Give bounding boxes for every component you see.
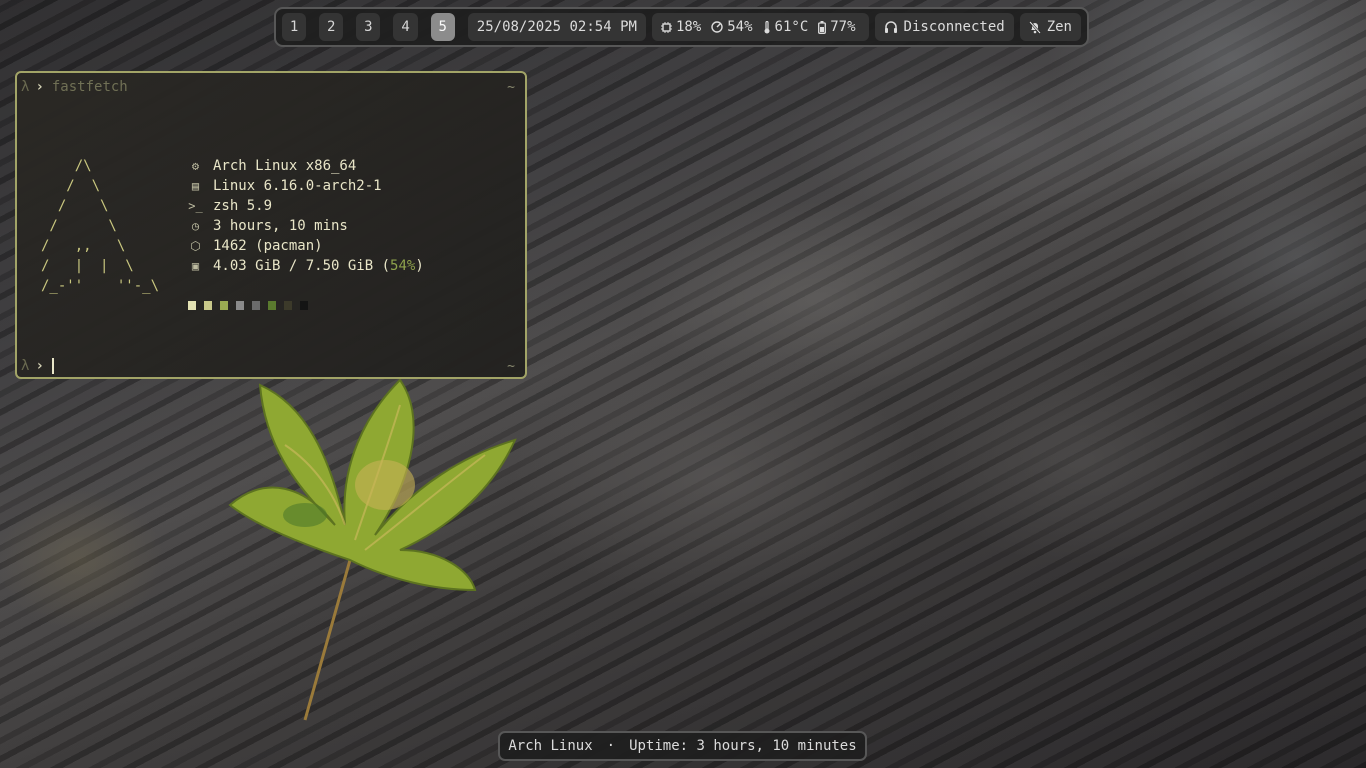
prompt-arrow: › <box>35 79 44 95</box>
palette-swatch <box>300 301 308 310</box>
battery-value: 77% <box>830 19 856 35</box>
top-status-bar: 1 2 3 4 5 25/08/2025 02:54 PM 18% 54% 61… <box>274 7 1089 47</box>
command-text: fastfetch <box>51 79 128 95</box>
temperature-value: 61°C <box>774 19 809 35</box>
cwd-indicator: ~ <box>507 358 515 374</box>
info-memory-text: 4.03 GiB / 7.50 GiB ( <box>213 258 391 274</box>
notification-mode-text: Zen <box>1046 19 1072 35</box>
info-kernel-row: ▤ Linux 6.16.0-arch2-1 <box>187 176 424 196</box>
workspace-3-button[interactable]: 3 <box>356 13 381 41</box>
separator-dot: · <box>606 738 616 754</box>
bottom-info-bar: Arch Linux · Uptime: 3 hours, 10 minutes <box>498 731 867 761</box>
text-cursor <box>51 358 54 374</box>
info-memory-row: ▣ 4.03 GiB / 7.50 GiB (54%) <box>187 256 424 276</box>
workspace-1-button[interactable]: 1 <box>282 13 307 41</box>
temperature-stat: 61°C <box>763 19 809 35</box>
clock-icon: ◷ <box>191 219 200 233</box>
prompt-arrow: › <box>35 358 44 374</box>
workspace-4-button[interactable]: 4 <box>393 13 418 41</box>
cwd-indicator: ~ <box>507 79 515 95</box>
prompt-lambda: λ <box>21 79 30 95</box>
wallpaper-leaf <box>228 378 517 721</box>
info-os-text: Arch Linux x86_64 <box>213 158 357 174</box>
info-packages-text: 1462 (pacman) <box>213 238 323 254</box>
info-memory-percent: 54% <box>390 258 416 274</box>
palette-swatch <box>284 301 292 310</box>
battery-stat: 77% <box>818 19 856 35</box>
shell-icon: >_ <box>188 199 203 213</box>
info-shell-row: >_ zsh 5.9 <box>187 196 424 216</box>
uptime-text: Uptime: 3 hours, 10 minutes <box>629 738 857 754</box>
notification-mode-widget[interactable]: Zen <box>1019 13 1081 41</box>
battery-icon <box>818 20 827 34</box>
cpu-stat: 18% <box>660 19 702 35</box>
os-name-text: Arch Linux <box>508 738 593 754</box>
info-os-row: ⚙ Arch Linux x86_64 <box>187 156 424 176</box>
datetime-text: 25/08/2025 02:54 PM <box>476 19 637 35</box>
info-uptime-text: 3 hours, 10 mins <box>213 218 348 234</box>
kernel-icon: ▤ <box>191 179 200 193</box>
clock-widget[interactable]: 25/08/2025 02:54 PM <box>467 13 646 41</box>
info-shell-text: zsh 5.9 <box>213 198 273 214</box>
palette-swatch <box>236 301 244 310</box>
info-packages-row: ⬡ 1462 (pacman) <box>187 236 424 256</box>
system-stats-widget[interactable]: 18% 54% 61°C 77% <box>651 13 869 41</box>
info-uptime-row: ◷ 3 hours, 10 mins <box>187 216 424 236</box>
input-prompt-line[interactable]: λ › ~ <box>21 356 515 376</box>
headphones-icon <box>884 21 897 33</box>
system-info-list: ⚙ Arch Linux x86_64 ▤ Linux 6.16.0-arch2… <box>187 156 424 276</box>
memory-icon: ▣ <box>191 259 200 273</box>
arch-ascii-logo: /\ / \ / \ / \ / ,, \ / | | \ /_-'' ''-_… <box>41 158 160 294</box>
thermometer-icon <box>764 20 770 33</box>
palette-swatch <box>268 301 276 310</box>
color-palette <box>188 301 308 310</box>
terminal-window[interactable]: λ › fastfetch ~ /\ / \ / \ / \ / ,, \ / … <box>15 71 527 379</box>
command-prompt-line: λ › fastfetch ~ <box>21 77 515 97</box>
cpu-icon <box>660 21 672 33</box>
package-icon: ⬡ <box>190 239 201 253</box>
palette-swatch <box>220 301 228 310</box>
bell-off-icon <box>1028 20 1041 34</box>
distro-icon: ⚙ <box>191 159 200 173</box>
workspace-5-button[interactable]: 5 <box>430 13 455 41</box>
cpu-value: 18% <box>675 19 702 35</box>
audio-status-text: Disconnected <box>903 19 1005 35</box>
palette-swatch <box>188 301 196 310</box>
workspace-2-button[interactable]: 2 <box>319 13 344 41</box>
audio-widget[interactable]: Disconnected <box>874 13 1014 41</box>
memory-value: 54% <box>727 19 753 35</box>
gauge-icon <box>711 21 723 33</box>
info-kernel-text: Linux 6.16.0-arch2-1 <box>213 178 382 194</box>
memory-stat: 54% <box>711 19 753 35</box>
prompt-lambda: λ <box>21 358 30 374</box>
info-memory-suffix: ) <box>415 258 424 274</box>
palette-swatch <box>204 301 212 310</box>
palette-swatch <box>252 301 260 310</box>
